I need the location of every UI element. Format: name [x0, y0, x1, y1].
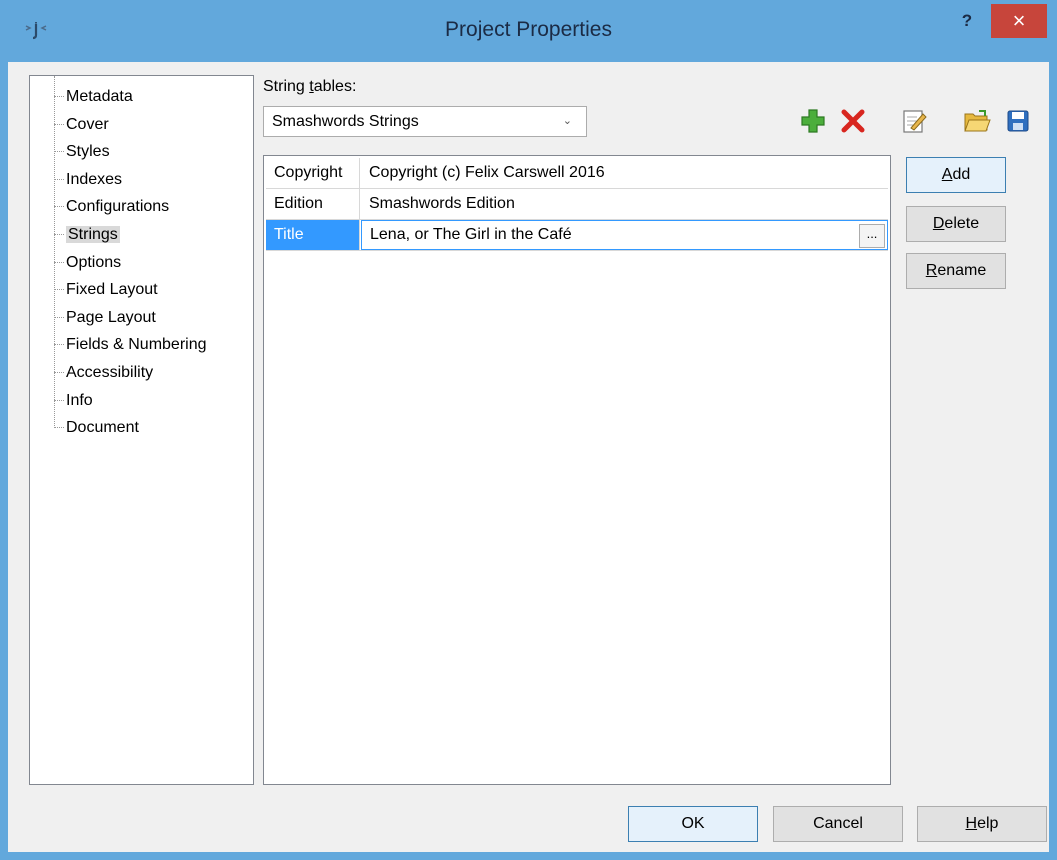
- tree-item-label: Indexes: [66, 170, 123, 188]
- window-title: Project Properties: [445, 18, 612, 41]
- tree-item-document[interactable]: Document: [30, 414, 253, 442]
- open-table-button[interactable]: [962, 106, 992, 136]
- string-key-cell[interactable]: Title: [266, 220, 360, 250]
- string-value-text: Lena, or The Girl in the Café: [370, 226, 572, 243]
- string-value-cell[interactable]: Smashwords Edition: [361, 189, 888, 219]
- tree-item-accessibility[interactable]: Accessibility: [30, 359, 253, 387]
- tree-item-label: Info: [66, 391, 93, 409]
- tree-item-label: Cover: [66, 115, 109, 133]
- tree-item-fields-numbering[interactable]: Fields & Numbering: [30, 331, 253, 359]
- edit-table-button[interactable]: [899, 106, 929, 136]
- string-table-selected: Smashwords Strings: [272, 113, 419, 130]
- add-button[interactable]: Add: [906, 157, 1006, 193]
- help-icon[interactable]: ?: [949, 8, 985, 34]
- rename-button[interactable]: Rename: [906, 253, 1006, 289]
- delete-button[interactable]: Delete: [906, 206, 1006, 242]
- string-table-dropdown[interactable]: Smashwords Strings ⌄: [263, 106, 587, 137]
- tree-item-label: Metadata: [66, 88, 133, 105]
- close-button[interactable]: ×: [991, 4, 1047, 38]
- save-table-button[interactable]: [1003, 106, 1033, 136]
- tree-item-label: Styles: [66, 143, 110, 161]
- tree-item-label: Page Layout: [66, 308, 156, 326]
- table-row-selected[interactable]: Title Lena, or The Girl in the Café ...: [266, 220, 888, 251]
- tree-item-label: Fields & Numbering: [66, 336, 207, 354]
- tree-item-options[interactable]: Options: [30, 249, 253, 277]
- category-tree[interactable]: Metadata Cover Styles Indexes Configurat…: [29, 75, 254, 785]
- table-row[interactable]: Edition Smashwords Edition: [266, 189, 888, 220]
- table-row[interactable]: Copyright Copyright (c) Felix Carswell 2…: [266, 158, 888, 189]
- tree-item-fixed-layout[interactable]: Fixed Layout: [30, 276, 253, 304]
- edit-value-ellipsis-button[interactable]: ...: [859, 224, 885, 248]
- edit-table-icon: [903, 110, 927, 133]
- tree-item-label: Options: [66, 253, 122, 271]
- tree-item-label: Configurations: [66, 198, 170, 216]
- tree-item-metadata[interactable]: Metadata: [30, 83, 253, 111]
- delete-table-button[interactable]: [838, 106, 868, 136]
- string-key-cell[interactable]: Edition: [266, 189, 360, 219]
- title-bar[interactable]: Project Properties ? ×: [0, 0, 1057, 62]
- tree-item-indexes[interactable]: Indexes: [30, 166, 253, 194]
- tree-item-label: Fixed Layout: [66, 281, 158, 299]
- add-table-button[interactable]: [798, 106, 828, 136]
- strings-grid[interactable]: Copyright Copyright (c) Felix Carswell 2…: [263, 155, 891, 785]
- tree-item-label: Accessibility: [66, 363, 154, 381]
- chevron-down-icon: ⌄: [562, 115, 572, 127]
- tree-item-strings[interactable]: Strings: [30, 221, 253, 249]
- cancel-button[interactable]: Cancel: [773, 806, 903, 842]
- string-value-cell[interactable]: Copyright (c) Felix Carswell 2016: [361, 158, 888, 188]
- string-tables-label: String tables:: [263, 78, 357, 95]
- tree-item-label: Document: [66, 419, 139, 437]
- dialog-content: Metadata Cover Styles Indexes Configurat…: [8, 62, 1049, 852]
- tree-item-label: Strings: [66, 225, 120, 243]
- tree-item-cover[interactable]: Cover: [30, 111, 253, 139]
- string-value-cell[interactable]: Lena, or The Girl in the Café ...: [361, 220, 888, 250]
- tree-item-info[interactable]: Info: [30, 387, 253, 415]
- ok-button[interactable]: OK: [628, 806, 758, 842]
- add-table-icon: [801, 109, 825, 133]
- tree-item-configurations[interactable]: Configurations: [30, 193, 253, 221]
- save-icon: [1007, 110, 1029, 132]
- delete-table-icon: [841, 109, 865, 133]
- open-folder-icon: [964, 110, 991, 132]
- dialog-window: Project Properties ? × Metadata Cover St…: [0, 0, 1057, 860]
- help-button[interactable]: Help: [917, 806, 1047, 842]
- tree-item-styles[interactable]: Styles: [30, 138, 253, 166]
- string-key-cell[interactable]: Copyright: [266, 158, 360, 188]
- tree-item-page-layout[interactable]: Page Layout: [30, 304, 253, 332]
